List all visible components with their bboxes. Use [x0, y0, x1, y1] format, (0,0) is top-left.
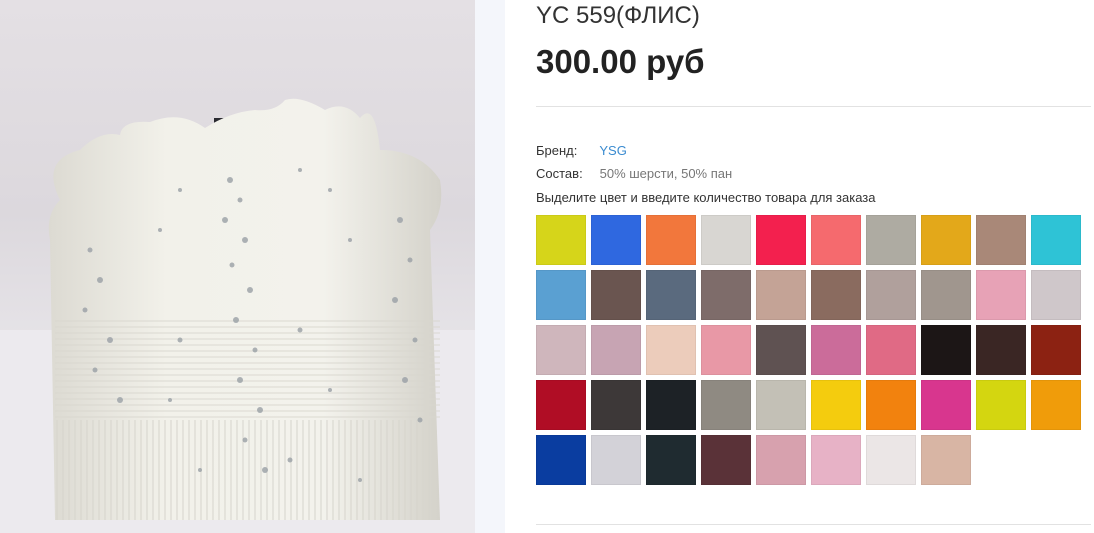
color-swatch[interactable] [866, 435, 916, 485]
color-swatch[interactable] [976, 270, 1026, 320]
divider-top [536, 106, 1091, 107]
color-swatch[interactable] [811, 270, 861, 320]
color-swatch[interactable] [646, 380, 696, 430]
color-swatch[interactable] [921, 380, 971, 430]
product-info: YC 559(ФЛИС) 300.00 руб Бренд: YSG Соста… [536, 0, 1092, 533]
color-swatch[interactable] [701, 435, 751, 485]
color-swatch[interactable] [646, 270, 696, 320]
color-swatch[interactable] [976, 325, 1026, 375]
product-title: YC 559(ФЛИС) [536, 2, 700, 29]
color-swatch[interactable] [536, 325, 586, 375]
color-swatch[interactable] [1031, 325, 1081, 375]
hat-photo [0, 98, 475, 533]
color-swatch[interactable] [591, 270, 641, 320]
color-swatch[interactable] [811, 435, 861, 485]
color-swatch[interactable] [646, 215, 696, 265]
color-swatch[interactable] [921, 325, 971, 375]
color-swatch[interactable] [921, 270, 971, 320]
color-swatch[interactable] [591, 435, 641, 485]
color-swatch[interactable] [591, 380, 641, 430]
composition-label: Состав: [536, 166, 583, 181]
color-swatch[interactable] [591, 325, 641, 375]
brand-row: Бренд: YSG [536, 142, 627, 160]
product-price: 300.00 руб [536, 43, 705, 80]
color-swatch[interactable] [866, 325, 916, 375]
color-swatch[interactable] [646, 325, 696, 375]
composition-value: 50% шерсти, 50% пан [599, 166, 733, 181]
color-swatch[interactable] [646, 435, 696, 485]
color-swatch[interactable] [866, 380, 916, 430]
order-instruction: Выделите цвет и введите количество товар… [536, 190, 876, 205]
color-swatch[interactable] [921, 215, 971, 265]
color-swatch[interactable] [756, 270, 806, 320]
color-swatch[interactable] [756, 215, 806, 265]
product-image[interactable] [0, 0, 475, 533]
color-swatch[interactable] [701, 325, 751, 375]
color-swatch[interactable] [756, 435, 806, 485]
color-swatch[interactable] [536, 215, 586, 265]
brand-label: Бренд: [536, 143, 578, 158]
color-swatch[interactable] [811, 215, 861, 265]
color-swatch[interactable] [811, 380, 861, 430]
color-swatch[interactable] [701, 270, 751, 320]
color-swatch[interactable] [701, 380, 751, 430]
color-swatch[interactable] [536, 435, 586, 485]
image-gutter [475, 0, 505, 533]
color-swatch[interactable] [976, 380, 1026, 430]
color-swatch[interactable] [921, 435, 971, 485]
color-swatch[interactable] [701, 215, 751, 265]
color-swatch[interactable] [756, 325, 806, 375]
composition-row: Состав: 50% шерсти, 50% пан [536, 165, 732, 183]
color-swatch[interactable] [1031, 380, 1081, 430]
color-swatch[interactable] [866, 270, 916, 320]
brand-link[interactable]: YSG [599, 143, 626, 158]
color-swatch[interactable] [756, 380, 806, 430]
color-swatch[interactable] [536, 270, 586, 320]
divider-bottom [536, 524, 1091, 525]
color-swatch[interactable] [976, 215, 1026, 265]
color-swatch[interactable] [1031, 215, 1081, 265]
color-swatch[interactable] [866, 215, 916, 265]
color-swatch[interactable] [591, 215, 641, 265]
color-swatch[interactable] [1031, 270, 1081, 320]
color-swatch[interactable] [811, 325, 861, 375]
color-swatch[interactable] [536, 380, 586, 430]
